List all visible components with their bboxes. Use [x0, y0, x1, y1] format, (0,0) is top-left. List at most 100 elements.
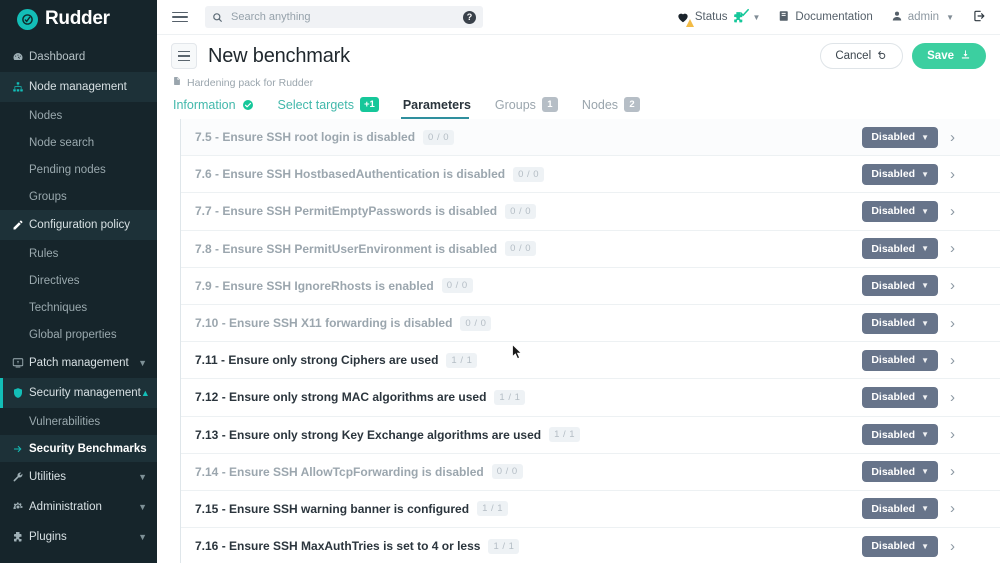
caret-down-icon: ▼	[921, 392, 929, 402]
sidebar-item-configuration-policy[interactable]: Configuration policy	[0, 210, 157, 240]
cancel-label: Cancel	[835, 50, 872, 62]
status-badge[interactable]: Disabled ▼	[862, 535, 938, 557]
status-badge[interactable]: Disabled ▼	[862, 126, 938, 148]
status-badge[interactable]: Disabled ▼	[862, 349, 938, 371]
search-input[interactable]	[231, 11, 457, 23]
status-badge[interactable]: Disabled ▼	[862, 238, 938, 260]
sidebar-nav: Dashboard Node management Nodes Node sea…	[0, 38, 157, 552]
status-badge[interactable]: Disabled ▼	[862, 312, 938, 334]
status-badge[interactable]: Disabled ▼	[862, 461, 938, 483]
chevron-right-icon[interactable]: ›	[950, 427, 955, 442]
table-row[interactable]: 7.6 - Ensure SSH HostbasedAuthentication…	[181, 156, 1000, 194]
tab-badge: +1	[359, 97, 379, 112]
sidebar-item-node-search[interactable]: Node search	[0, 129, 157, 156]
status-badge[interactable]: Disabled ▼	[862, 386, 938, 408]
sidebar-item-security-management[interactable]: Security management ▲	[0, 378, 157, 408]
status-badge-label: Disabled	[871, 502, 916, 515]
search-icon	[212, 12, 223, 23]
sidebar-item-techniques[interactable]: Techniques	[0, 294, 157, 321]
chevron-right-icon[interactable]: ›	[950, 539, 955, 554]
table-row[interactable]: 7.7 - Ensure SSH PermitEmptyPasswords is…	[181, 193, 1000, 231]
brand[interactable]: Rudder	[0, 0, 157, 38]
row-actions: Disabled ▼ ›	[862, 498, 955, 520]
tab-groups[interactable]: Groups 1	[493, 97, 568, 119]
chevron-right-icon[interactable]: ›	[950, 390, 955, 405]
sidebar-item-groups[interactable]: Groups	[0, 183, 157, 210]
status-menu[interactable]: Status ▼	[667, 0, 770, 35]
status-badge[interactable]: Disabled ▼	[862, 275, 938, 297]
user-menu[interactable]: admin ▼	[882, 0, 963, 35]
sidebar-item-rules[interactable]: Rules	[0, 240, 157, 267]
table-row[interactable]: 7.11 - Ensure only strong Ciphers are us…	[181, 342, 1000, 380]
sidebar-item-pending-nodes[interactable]: Pending nodes	[0, 156, 157, 183]
table-row[interactable]: 7.10 - Ensure SSH X11 forwarding is disa…	[181, 304, 1000, 343]
sidebar-item-security-benchmarks[interactable]: Security Benchmarks	[0, 435, 157, 462]
tab-label: Select targets	[277, 97, 354, 112]
sidebar-item-utilities[interactable]: Utilities ▼	[0, 462, 157, 492]
sidebar-item-node-management[interactable]: Node management	[0, 72, 157, 102]
sidebar-item-administration[interactable]: Administration ▼	[0, 492, 157, 522]
sidebar-item-directives[interactable]: Directives	[0, 267, 157, 294]
table-row[interactable]: 7.9 - Ensure SSH IgnoreRhosts is enabled…	[181, 267, 1000, 305]
chevron-down-icon: ▼	[138, 502, 147, 512]
sitemap-icon	[12, 81, 29, 93]
tab-parameters[interactable]: Parameters	[400, 98, 481, 119]
table-row[interactable]: 7.15 - Ensure SSH warning banner is conf…	[181, 490, 1000, 529]
table-row[interactable]: 7.14 - Ensure SSH AllowTcpForwarding is …	[181, 453, 1000, 491]
table-row[interactable]: 7.13 - Ensure only strong Key Exchange a…	[181, 416, 1000, 454]
status-badge[interactable]: Disabled ▼	[862, 163, 938, 185]
breadcrumb[interactable]: Hardening pack for Rudder	[172, 76, 986, 89]
chevron-right-icon[interactable]: ›	[950, 464, 955, 479]
chevron-right-icon[interactable]: ›	[950, 353, 955, 368]
table-row[interactable]: 7.8 - Ensure SSH PermitUserEnvironment i…	[181, 230, 1000, 268]
documentation-label: Documentation	[795, 11, 873, 23]
row-actions: Disabled ▼ ›	[862, 312, 955, 334]
status-badge[interactable]: Disabled ▼	[862, 424, 938, 446]
global-search[interactable]: ?	[205, 6, 483, 28]
sidebar-item-label: Techniques	[29, 301, 88, 314]
caret-down-icon: ▼	[921, 318, 929, 328]
chevron-right-icon[interactable]: ›	[950, 204, 955, 219]
chevron-right-icon[interactable]: ›	[950, 130, 955, 145]
row-count: 0 / 0	[513, 166, 545, 182]
chevron-right-icon[interactable]: ›	[950, 241, 955, 256]
page-header-row: New benchmark Cancel Save	[171, 43, 986, 69]
check-circle-icon	[242, 99, 254, 111]
chevron-right-icon[interactable]: ›	[950, 501, 955, 516]
user-label: admin	[907, 11, 940, 23]
chevron-right-icon[interactable]: ›	[950, 167, 955, 182]
sidebar-item-patch-management[interactable]: Patch management ▼	[0, 348, 157, 378]
tab-select-targets[interactable]: Select targets +1	[276, 97, 389, 119]
sidebar-item-nodes[interactable]: Nodes	[0, 102, 157, 129]
tab-nodes[interactable]: Nodes 2	[580, 97, 650, 119]
sidebar-item-vulnerabilities[interactable]: Vulnerabilities	[0, 408, 157, 435]
status-badge-label: Disabled	[871, 391, 916, 404]
caret-down-icon: ▼	[921, 355, 929, 365]
documentation-link[interactable]: Documentation	[769, 0, 881, 35]
cancel-button[interactable]: Cancel	[820, 43, 904, 69]
table-row[interactable]: 7.5 - Ensure SSH root login is disabled …	[181, 119, 1000, 157]
tab-label: Parameters	[402, 98, 471, 112]
user-icon	[891, 10, 903, 25]
table-row[interactable]: 7.16 - Ensure SSH MaxAuthTries is set to…	[181, 528, 1000, 563]
status-badge-label: Disabled	[871, 354, 916, 367]
row-count: 1 / 1	[446, 352, 478, 368]
sidebar-item-dashboard[interactable]: Dashboard	[0, 42, 157, 72]
chevron-right-icon[interactable]: ›	[950, 278, 955, 293]
question-circle-icon[interactable]: ?	[463, 10, 476, 24]
sidebar-item-global-properties[interactable]: Global properties	[0, 321, 157, 348]
benchmark-list[interactable]: 7.5 - Ensure SSH root login is disabled …	[157, 119, 1000, 563]
save-button[interactable]: Save	[912, 43, 986, 69]
chevron-right-icon[interactable]: ›	[950, 316, 955, 331]
table-row[interactable]: 7.12 - Ensure only strong MAC algorithms…	[181, 379, 1000, 417]
list-menu-icon[interactable]	[171, 43, 197, 69]
sidebar-item-label: Node management	[29, 81, 127, 93]
status-badge[interactable]: Disabled ▼	[862, 498, 938, 520]
hamburger-icon[interactable]	[169, 6, 191, 28]
logout-button[interactable]	[963, 0, 990, 35]
sidebar-item-label: Pending nodes	[29, 163, 106, 176]
gear-icon	[12, 501, 29, 513]
sidebar-item-plugins[interactable]: Plugins ▼	[0, 522, 157, 552]
tab-information[interactable]: Information	[171, 98, 264, 119]
status-badge[interactable]: Disabled ▼	[862, 200, 938, 222]
